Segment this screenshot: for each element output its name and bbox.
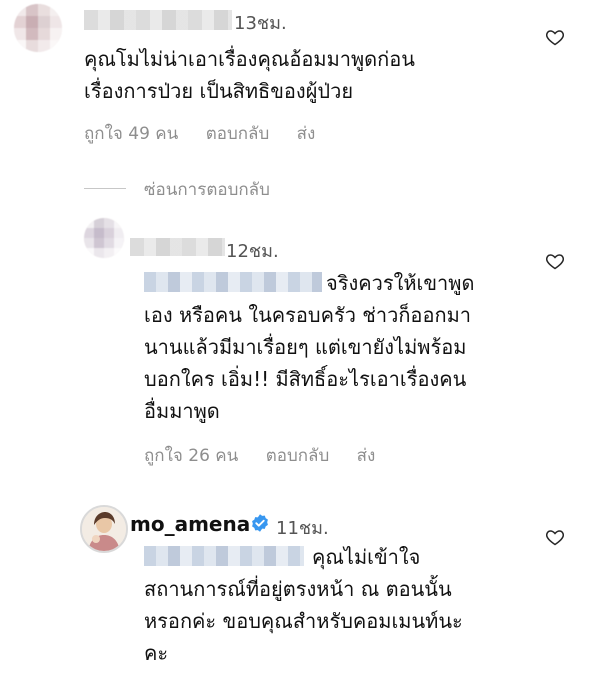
reply-text-line-4: คะ <box>144 641 169 665</box>
comment-meta: ถูกใจ 49 คน ตอบกลับ ส่ง <box>84 120 337 147</box>
comment-time: 13ชม. <box>234 13 287 34</box>
like-count[interactable]: ถูกใจ 26 คน <box>144 446 238 466</box>
hide-replies-button[interactable]: ซ่อนการตอบกลับ <box>144 176 270 203</box>
reply-time: 12ชม. <box>226 241 279 262</box>
commenter-username-redacted[interactable] <box>84 10 232 30</box>
verified-badge-icon <box>252 514 268 532</box>
reply-mention-redacted[interactable] <box>144 272 322 292</box>
commenter-avatar[interactable] <box>14 4 62 52</box>
comment-text-line-1: คุณโมไม่น่าเอาเรื่องคุณอ้อมมาพูดก่อน <box>84 47 415 71</box>
heart-outline-icon[interactable] <box>545 527 565 547</box>
comment-text-line-2: เรื่องการป่วย เป็นสิทธิของผู้ป่วย <box>84 79 354 103</box>
reply-username-redacted[interactable] <box>130 238 225 256</box>
reply-text-line-1: คุณไม่เข้าใจ <box>312 545 421 569</box>
reply-text-line-2: เอง หรือคน ในครอบครัว ช่าวก็ออกมา <box>144 303 471 327</box>
reply-text-line-5: อื่มมาพูด <box>144 399 220 423</box>
reply-button[interactable]: ตอบกลับ <box>266 446 330 466</box>
reply-text-line-2: สถานการณ์ที่อยู่ตรงหน้า ณ ตอนนั้น <box>144 577 452 601</box>
heart-outline-icon[interactable] <box>545 27 565 47</box>
reply-username[interactable]: mo_amena <box>130 512 250 536</box>
reply-time: 11ชม. <box>276 518 329 539</box>
reply-mention-redacted[interactable] <box>144 546 304 566</box>
reply-meta: ถูกใจ 26 คน ตอบกลับ ส่ง <box>144 442 397 469</box>
send-button[interactable]: ส่ง <box>297 124 316 144</box>
heart-outline-icon[interactable] <box>545 251 565 271</box>
like-count[interactable]: ถูกใจ 49 คน <box>84 124 178 144</box>
reply-button[interactable]: ตอบกลับ <box>206 124 270 144</box>
avatar-portrait-icon <box>82 507 126 551</box>
send-button[interactable]: ส่ง <box>357 446 376 466</box>
reply-text-line-3: หรอกค่ะ ขอบคุณสำหรับคอมเมนท์นะ <box>144 609 463 633</box>
hide-replies-divider <box>84 188 126 189</box>
reply-text-line-3: นานแล้วมีมาเรื่อยๆ แต่เขายังไม่พร้อม <box>144 335 467 359</box>
mo-amena-avatar[interactable] <box>80 505 128 553</box>
reply-text-line-1: จริงควรให้เขาพูด <box>326 271 475 295</box>
reply-avatar[interactable] <box>84 218 124 258</box>
reply-text-line-4: บอกใคร เอิ่ม!! มีสิทธิ์อะไรเอาเรื่องคน <box>144 367 467 391</box>
